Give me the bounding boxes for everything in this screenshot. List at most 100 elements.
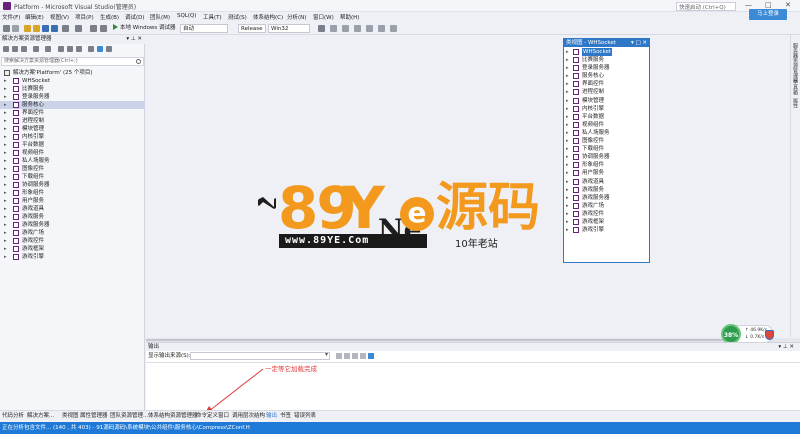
expand-arrow-icon[interactable]: ▸ xyxy=(4,157,7,165)
solution-project-item[interactable]: ▸ 游戏控件 xyxy=(0,237,145,245)
menu-project[interactable]: 项目(P) xyxy=(75,13,94,21)
expand-arrow-icon[interactable]: ▸ xyxy=(566,178,569,186)
solution-project-item[interactable]: ▸ 界面控件 xyxy=(0,109,145,117)
class-view-item[interactable]: ▸ 图像控件 xyxy=(564,137,649,145)
expand-arrow-icon[interactable]: ▸ xyxy=(4,101,7,109)
bottom-tab[interactable]: 属性管理器 xyxy=(80,413,108,420)
expand-arrow-icon[interactable]: ▸ xyxy=(4,141,7,149)
scrollbar-thumb[interactable] xyxy=(146,339,726,341)
expand-arrow-icon[interactable]: ▸ xyxy=(566,64,569,72)
solution-project-item[interactable]: ▸ WHSocket xyxy=(0,77,145,85)
expand-arrow-icon[interactable]: ▸ xyxy=(566,48,569,56)
expand-arrow-icon[interactable]: ▸ xyxy=(4,213,7,221)
expand-arrow-icon[interactable]: ▸ xyxy=(566,137,569,145)
expand-arrow-icon[interactable]: ▸ xyxy=(566,56,569,64)
platform-select[interactable]: Win32 xyxy=(268,24,310,33)
solution-project-item[interactable]: ▸ 下载组件 xyxy=(0,173,145,181)
bottom-tab[interactable]: 调用层次结构 xyxy=(232,413,265,420)
menu-tools[interactable]: 工具(T) xyxy=(203,13,222,21)
bookmark-icon[interactable] xyxy=(330,25,337,32)
class-view-item[interactable]: ▸ 模块管理 xyxy=(564,97,649,105)
class-view-item[interactable]: ▸ 游戏引擎 xyxy=(564,226,649,234)
word-wrap-icon[interactable] xyxy=(368,353,374,359)
expand-arrow-icon[interactable]: ▸ xyxy=(4,93,7,101)
run-debugger-button[interactable]: 本地 Windows 调试器 xyxy=(113,24,176,33)
expand-arrow-icon[interactable]: ▸ xyxy=(566,210,569,218)
class-view-item[interactable]: ▸ 平台数据 xyxy=(564,113,649,121)
save-all-icon[interactable] xyxy=(51,25,58,32)
solution-project-item[interactable]: ▸ 服务核心 xyxy=(0,101,145,109)
class-view-item[interactable]: ▸ 内核引擎 xyxy=(564,105,649,113)
bottom-tab[interactable]: 输出 xyxy=(266,413,277,420)
class-view-item[interactable]: ▸ 形象组件 xyxy=(564,161,649,169)
menu-test[interactable]: 测试(S) xyxy=(228,13,247,21)
sync-icon[interactable] xyxy=(45,46,51,52)
collapse-all-icon[interactable] xyxy=(67,46,73,52)
class-view-item[interactable]: ▸ 登录服务器 xyxy=(564,64,649,72)
expand-arrow-icon[interactable]: ▸ xyxy=(566,129,569,137)
find-icon[interactable] xyxy=(318,25,325,32)
minimize-button[interactable]: — xyxy=(745,1,752,9)
expand-arrow-icon[interactable]: ▸ xyxy=(566,97,569,105)
pin-icon[interactable]: ▾ ⊥ ✕ xyxy=(126,35,142,44)
menu-window[interactable]: 窗口(W) xyxy=(313,13,334,21)
class-view-item[interactable]: ▸ 私人场服务 xyxy=(564,129,649,137)
solution-project-item[interactable]: ▸ 内核引擎 xyxy=(0,133,145,141)
expand-arrow-icon[interactable]: ▸ xyxy=(4,205,7,213)
expand-arrow-icon[interactable]: ▸ xyxy=(4,197,7,205)
expand-arrow-icon[interactable]: ▸ xyxy=(4,117,7,125)
menu-help[interactable]: 帮助(H) xyxy=(340,13,359,21)
shield-icon[interactable] xyxy=(765,330,774,340)
menu-debug[interactable]: 调试(D) xyxy=(125,13,145,21)
pending-changes-icon[interactable] xyxy=(33,46,39,52)
expand-arrow-icon[interactable]: ▸ xyxy=(566,72,569,80)
refresh-icon[interactable] xyxy=(58,46,64,52)
class-view-item[interactable]: ▸ 游戏服务 xyxy=(564,186,649,194)
expand-arrow-icon[interactable]: ▸ xyxy=(566,153,569,161)
bottom-tab[interactable]: 错误列表 xyxy=(294,413,316,420)
expand-arrow-icon[interactable]: ▸ xyxy=(566,113,569,121)
class-view-item[interactable]: ▸ 进程控制 xyxy=(564,88,649,96)
class-view-item[interactable]: ▸ 界面控件 xyxy=(564,80,649,88)
output-source-select[interactable] xyxy=(190,351,330,360)
quick-launch-input[interactable]: 快速启动 (Ctrl+Q) xyxy=(676,2,736,11)
solution-project-item[interactable]: ▸ 游戏服务器 xyxy=(0,221,145,229)
debug-mode-select[interactable]: 自动 xyxy=(180,24,228,33)
class-view-item[interactable]: ▸ 游戏框架 xyxy=(564,218,649,226)
show-all-files-icon[interactable] xyxy=(76,46,82,52)
bottom-tab[interactable]: 书签 xyxy=(280,413,291,420)
class-view-header[interactable]: 类视图 - WHSocket ▾ □ ✕ xyxy=(564,39,649,47)
undo-icon[interactable] xyxy=(62,25,69,32)
bottom-tab[interactable]: 代码分析 xyxy=(2,413,24,420)
next-message-icon[interactable] xyxy=(352,353,358,359)
config-select[interactable]: Release xyxy=(238,24,266,33)
maximize-button[interactable]: □ xyxy=(765,1,772,9)
class-view-item[interactable]: ▸ 游戏广场 xyxy=(564,202,649,210)
home-icon[interactable] xyxy=(21,46,27,52)
expand-arrow-icon[interactable]: ▸ xyxy=(4,173,7,181)
preview-icon[interactable] xyxy=(97,46,103,52)
expand-arrow-icon[interactable]: ▸ xyxy=(4,245,7,253)
indent-icon[interactable] xyxy=(366,25,373,32)
bottom-tab[interactable]: 团队资源管理... xyxy=(110,413,148,420)
solution-project-item[interactable]: ▸ 用户服务 xyxy=(0,197,145,205)
expand-arrow-icon[interactable]: ▸ xyxy=(566,121,569,129)
class-view-item[interactable]: ▸ 视频组件 xyxy=(564,121,649,129)
solution-config-icon[interactable] xyxy=(100,25,107,32)
solution-project-item[interactable]: ▸ 游戏广场 xyxy=(0,229,145,237)
class-view-item[interactable]: ▸ WHSocket xyxy=(564,48,649,56)
bottom-tab[interactable]: 解决方案... xyxy=(27,413,54,420)
solution-project-item[interactable]: ▸ 游戏框架 xyxy=(0,245,145,253)
expand-arrow-icon[interactable]: ▸ xyxy=(566,105,569,113)
expand-arrow-icon[interactable]: ▸ xyxy=(566,80,569,88)
solution-root[interactable]: 解决方案'Platform' (25 个项目) xyxy=(0,69,145,77)
server-explorer-tab[interactable]: 服务器资源管理器 xyxy=(792,43,799,83)
expand-arrow-icon[interactable]: ▸ xyxy=(4,85,7,93)
find-message-icon[interactable] xyxy=(336,353,342,359)
solution-project-item[interactable]: ▸ 进程控制 xyxy=(0,117,145,125)
expand-arrow-icon[interactable]: ▸ xyxy=(566,186,569,194)
open-folder-icon[interactable] xyxy=(33,25,40,32)
redo-icon[interactable] xyxy=(75,25,82,32)
menu-architecture[interactable]: 体系结构(C) xyxy=(253,13,283,21)
menu-sql[interactable]: SQL(Q) xyxy=(177,13,197,19)
